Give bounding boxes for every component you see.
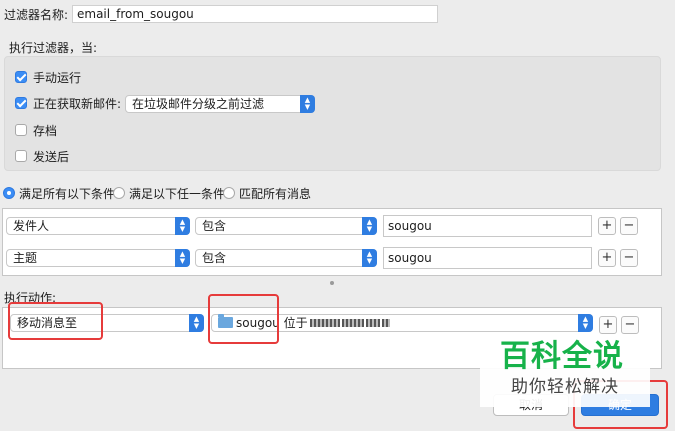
trigger-label: 手动运行 bbox=[33, 70, 82, 85]
trigger-label: 发送后 bbox=[33, 149, 70, 164]
spam-timing-select[interactable]: 在垃圾邮件分级之前过滤 ▲ ▼ bbox=[125, 95, 315, 113]
trigger-after-sending[interactable]: 发送后 bbox=[15, 148, 69, 164]
redacted-account bbox=[381, 319, 390, 327]
match-option-label: 满足所有以下条件 bbox=[19, 186, 116, 201]
criteria-field-select[interactable]: 发件人 ▲ ▼ bbox=[6, 217, 190, 235]
folder-location-prefix: 位于 bbox=[283, 316, 308, 330]
watermark-title: 百科全说 bbox=[500, 339, 624, 374]
criteria-value-input[interactable]: sougou bbox=[383, 215, 592, 237]
remove-criteria-button[interactable]: − bbox=[620, 249, 638, 267]
criteria-operator-value: 包含 bbox=[202, 219, 227, 233]
execute-heading: 执行过滤器，当: bbox=[9, 41, 98, 55]
checkbox-icon[interactable] bbox=[15, 71, 27, 83]
chevron-updown-icon: ▲ ▼ bbox=[175, 249, 190, 267]
criteria-operator-select[interactable]: 包含 ▲ ▼ bbox=[195, 217, 377, 235]
criteria-field-value: 主题 bbox=[13, 251, 38, 265]
trigger-archive[interactable]: 存档 bbox=[15, 122, 57, 138]
match-option-label: 匹配所有消息 bbox=[239, 186, 312, 201]
trigger-label: 存档 bbox=[33, 123, 58, 138]
trigger-manual-run[interactable]: 手动运行 bbox=[15, 69, 81, 85]
remove-action-button[interactable]: − bbox=[621, 316, 639, 334]
add-criteria-button[interactable]: + bbox=[598, 249, 616, 267]
trigger-group bbox=[4, 56, 661, 171]
add-criteria-button[interactable]: + bbox=[598, 217, 616, 235]
checkbox-icon[interactable] bbox=[15, 150, 27, 162]
checkbox-icon[interactable] bbox=[15, 97, 27, 109]
highlight-annotation bbox=[208, 294, 279, 344]
remove-criteria-button[interactable]: − bbox=[620, 217, 638, 235]
chevron-updown-icon: ▲ ▼ bbox=[175, 217, 190, 235]
criteria-list: 发件人 ▲ ▼ 包含 ▲ ▼ sougou + − 主题 ▲ ▼ 包含 ▲ ▼ soug… bbox=[2, 208, 662, 276]
criteria-operator-select[interactable]: 包含 ▲ ▼ bbox=[195, 249, 377, 267]
filter-name-label: 过滤器名称: bbox=[4, 8, 69, 22]
radio-icon[interactable] bbox=[113, 187, 125, 199]
chevron-updown-icon: ▲ ▼ bbox=[189, 314, 204, 332]
highlight-annotation bbox=[8, 302, 103, 340]
spam-timing-value: 在垃圾邮件分级之前过滤 bbox=[132, 97, 265, 111]
chevron-updown-icon: ▲ ▼ bbox=[300, 95, 315, 113]
criteria-value-input[interactable]: sougou bbox=[383, 247, 592, 269]
add-action-button[interactable]: + bbox=[599, 316, 617, 334]
checkbox-icon[interactable] bbox=[15, 124, 27, 136]
radio-icon[interactable] bbox=[3, 187, 15, 199]
match-every-message-option[interactable]: 匹配所有消息 bbox=[223, 185, 311, 201]
criteria-row: 发件人 ▲ ▼ 包含 ▲ ▼ sougou + − bbox=[3, 215, 661, 245]
criteria-field-select[interactable]: 主题 ▲ ▼ bbox=[6, 249, 190, 267]
trigger-label: 正在获取新邮件: bbox=[33, 96, 122, 111]
redacted-account bbox=[365, 319, 380, 327]
chevron-updown-icon: ▲ ▼ bbox=[362, 217, 377, 235]
criteria-row: 主题 ▲ ▼ 包含 ▲ ▼ sougou + − bbox=[3, 247, 661, 277]
filter-name-input[interactable]: email_from_sougou bbox=[72, 5, 438, 23]
chevron-updown-icon: ▲ ▼ bbox=[362, 249, 377, 267]
redacted-account bbox=[309, 319, 340, 327]
splitter-handle[interactable] bbox=[330, 281, 334, 285]
redacted-account bbox=[341, 319, 364, 327]
trigger-getting-new-mail[interactable]: 正在获取新邮件: bbox=[15, 95, 121, 111]
watermark-subtitle: 助你轻松解决 bbox=[511, 377, 619, 397]
chevron-updown-icon: ▲ ▼ bbox=[578, 314, 593, 332]
match-any-option[interactable]: 满足以下任一条件 bbox=[113, 185, 225, 201]
match-option-label: 满足以下任一条件 bbox=[129, 186, 226, 201]
radio-icon[interactable] bbox=[223, 187, 235, 199]
criteria-field-value: 发件人 bbox=[13, 219, 50, 233]
match-all-option[interactable]: 满足所有以下条件 bbox=[3, 185, 115, 201]
criteria-operator-value: 包含 bbox=[202, 251, 227, 265]
